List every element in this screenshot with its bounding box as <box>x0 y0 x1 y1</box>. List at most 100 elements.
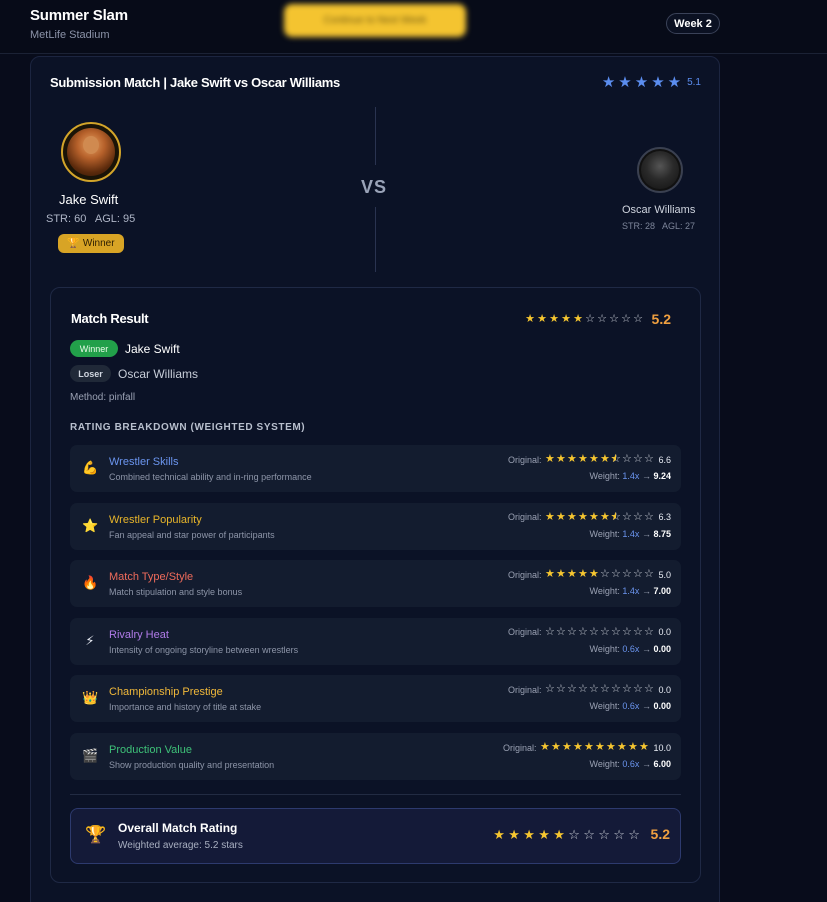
star-empty-icon: ☆ <box>567 683 577 696</box>
category-weight: Weight: 0.6x → 0.00 <box>590 701 671 711</box>
weighted-result: 9.24 <box>653 471 671 481</box>
star-empty-icon: ☆ <box>578 625 588 638</box>
loser-name: Oscar Williams <box>118 367 198 381</box>
star-filled-icon: ★ <box>567 453 577 465</box>
star-filled-icon: ★ <box>551 741 561 753</box>
winner-pill: Winner <box>70 340 118 357</box>
star-empty-icon: ☆ <box>578 683 588 696</box>
original-label: Original: <box>507 684 542 695</box>
weight-multiplier: 0.6x <box>622 701 640 712</box>
weight-multiplier: 1.4x <box>622 586 640 597</box>
star-empty-icon: ☆ <box>556 683 566 696</box>
original-label: Original: <box>507 627 542 638</box>
category-description: Fan appeal and star power of participant… <box>109 529 275 540</box>
divider <box>70 794 681 795</box>
overall-title: Overall Match Rating <box>118 821 238 835</box>
star-filled-icon: ★ <box>538 826 550 842</box>
star-filled-icon: ★ <box>589 453 599 465</box>
match-method: Method: pinfall <box>70 392 136 403</box>
star-empty-icon: ☆ <box>545 625 555 638</box>
weight-multiplier: 0.6x <box>622 643 640 654</box>
star-empty-icon: ☆ <box>609 312 619 325</box>
star-empty-icon: ☆ <box>585 312 595 325</box>
category-stars: ★★★★★★☆☆☆☆ <box>544 453 654 466</box>
winner-badge-label: Winner <box>82 238 115 249</box>
weight-label: Weight: <box>589 759 620 769</box>
wrestler2-avatar[interactable] <box>637 147 683 193</box>
overall-rating-value: 5.2 <box>650 826 670 842</box>
original-label: Original: <box>507 512 542 523</box>
event-title: Summer Slam <box>30 7 128 24</box>
weighted-result: 7.00 <box>653 586 671 597</box>
category-name: Wrestler Skills <box>109 456 179 468</box>
star-empty-icon: ☆ <box>611 568 621 581</box>
clapperboard-icon: 🎬 <box>82 748 99 763</box>
star-empty-icon: ☆ <box>556 625 566 638</box>
overall-subtitle: Weighted average: 5.2 stars <box>118 840 243 851</box>
header-rating-value: 5.1 <box>687 77 701 88</box>
star-filled-icon: ★ <box>567 510 577 523</box>
rating-category-row: 👑 Championship Prestige Importance and h… <box>70 675 681 723</box>
star-filled-icon: ★ <box>628 741 638 753</box>
result-title: Match Result <box>71 311 149 326</box>
loser-pill: Loser <box>70 365 111 382</box>
category-weight: Weight: 1.4x → 9.24 <box>590 471 671 481</box>
trophy-icon: 🏆 <box>67 238 80 249</box>
star-empty-icon: ☆ <box>600 568 610 581</box>
star-empty-icon: ☆ <box>633 312 643 325</box>
original-value: 0.0 <box>658 627 671 638</box>
star-empty-icon: ☆ <box>589 683 599 696</box>
rating-category-row: 🔥 Match Type/Style Match stipulation and… <box>70 560 681 608</box>
star-half-icon: ☆ <box>610 511 621 523</box>
star-empty-icon: ☆ <box>598 826 610 842</box>
trophy-icon: 🏆 <box>85 825 107 844</box>
star-filled-icon: ★ <box>589 510 599 523</box>
star-filled-icon: ★ <box>508 826 520 842</box>
divider <box>375 107 376 165</box>
star-filled-icon: ★ <box>600 510 610 523</box>
arrow-icon: → <box>641 586 651 597</box>
star-filled-icon: ★ <box>556 510 566 523</box>
top-bar: Summer Slam MetLife Stadium Continue to … <box>0 0 827 54</box>
weighted-result: 6.00 <box>653 759 671 769</box>
vs-label: VS <box>361 177 388 197</box>
star-filled-icon: ★ <box>545 510 555 523</box>
header-star-rating: ★ ★ ★ ★ ★ 5.1 <box>602 75 701 90</box>
weight-multiplier: 1.4x <box>622 471 640 481</box>
continue-to-next-week-button[interactable]: Continue to Next Week <box>284 4 466 37</box>
star-empty-icon: ☆ <box>622 510 632 523</box>
wrestler1-avatar[interactable] <box>61 122 121 182</box>
breakdown-title: RATING BREAKDOWN (WEIGHTED SYSTEM) <box>70 422 306 433</box>
star-empty-icon: ☆ <box>633 510 643 523</box>
star-icon: ★ <box>651 74 665 91</box>
rating-category-row: ⚡ Rivalry Heat Intensity of ongoing stor… <box>70 617 681 665</box>
original-value: 10.0 <box>653 742 671 753</box>
category-name: Rivalry Heat <box>109 628 169 641</box>
star-empty-icon: ☆ <box>633 625 643 638</box>
arrow-icon: → <box>641 528 651 539</box>
result-star-rating: ★ ★ ★ ★ ★ ☆ ☆ ☆ ☆ ☆ 5.2 <box>525 311 671 327</box>
star-empty-icon: ☆ <box>622 683 632 696</box>
category-original-rating: Original: ☆☆☆☆☆☆☆☆☆☆ 0.0 <box>507 625 671 638</box>
category-stars: ☆☆☆☆☆☆☆☆☆☆ <box>544 684 654 695</box>
star-empty-icon: ☆ <box>644 625 654 638</box>
star-half-icon: ☆ <box>610 454 621 466</box>
category-weight: Weight: 1.4x → 7.00 <box>590 586 671 596</box>
weighted-result: 0.00 <box>653 643 671 654</box>
weight-label: Weight: <box>589 471 620 481</box>
weight-label: Weight: <box>589 701 620 712</box>
star-empty-icon: ☆ <box>633 568 643 581</box>
star-filled-icon: ★ <box>573 741 583 753</box>
week-badge: Week 2 <box>666 13 720 34</box>
star-filled-icon: ★ <box>523 826 535 842</box>
arrow-icon: → <box>641 643 651 654</box>
fire-icon: 🔥 <box>82 575 99 591</box>
star-filled-icon: ★ <box>561 312 571 325</box>
star-filled-icon: ★ <box>545 568 555 581</box>
category-original-rating: Original: ★★★★★★☆☆☆☆ 6.3 <box>507 510 671 523</box>
star-filled-icon: ★ <box>584 741 594 753</box>
category-stars: ★★★★★★☆☆☆☆ <box>544 510 654 523</box>
star-filled-icon: ★ <box>549 312 559 325</box>
star-filled-icon: ★ <box>493 826 505 842</box>
original-label: Original: <box>507 454 542 465</box>
